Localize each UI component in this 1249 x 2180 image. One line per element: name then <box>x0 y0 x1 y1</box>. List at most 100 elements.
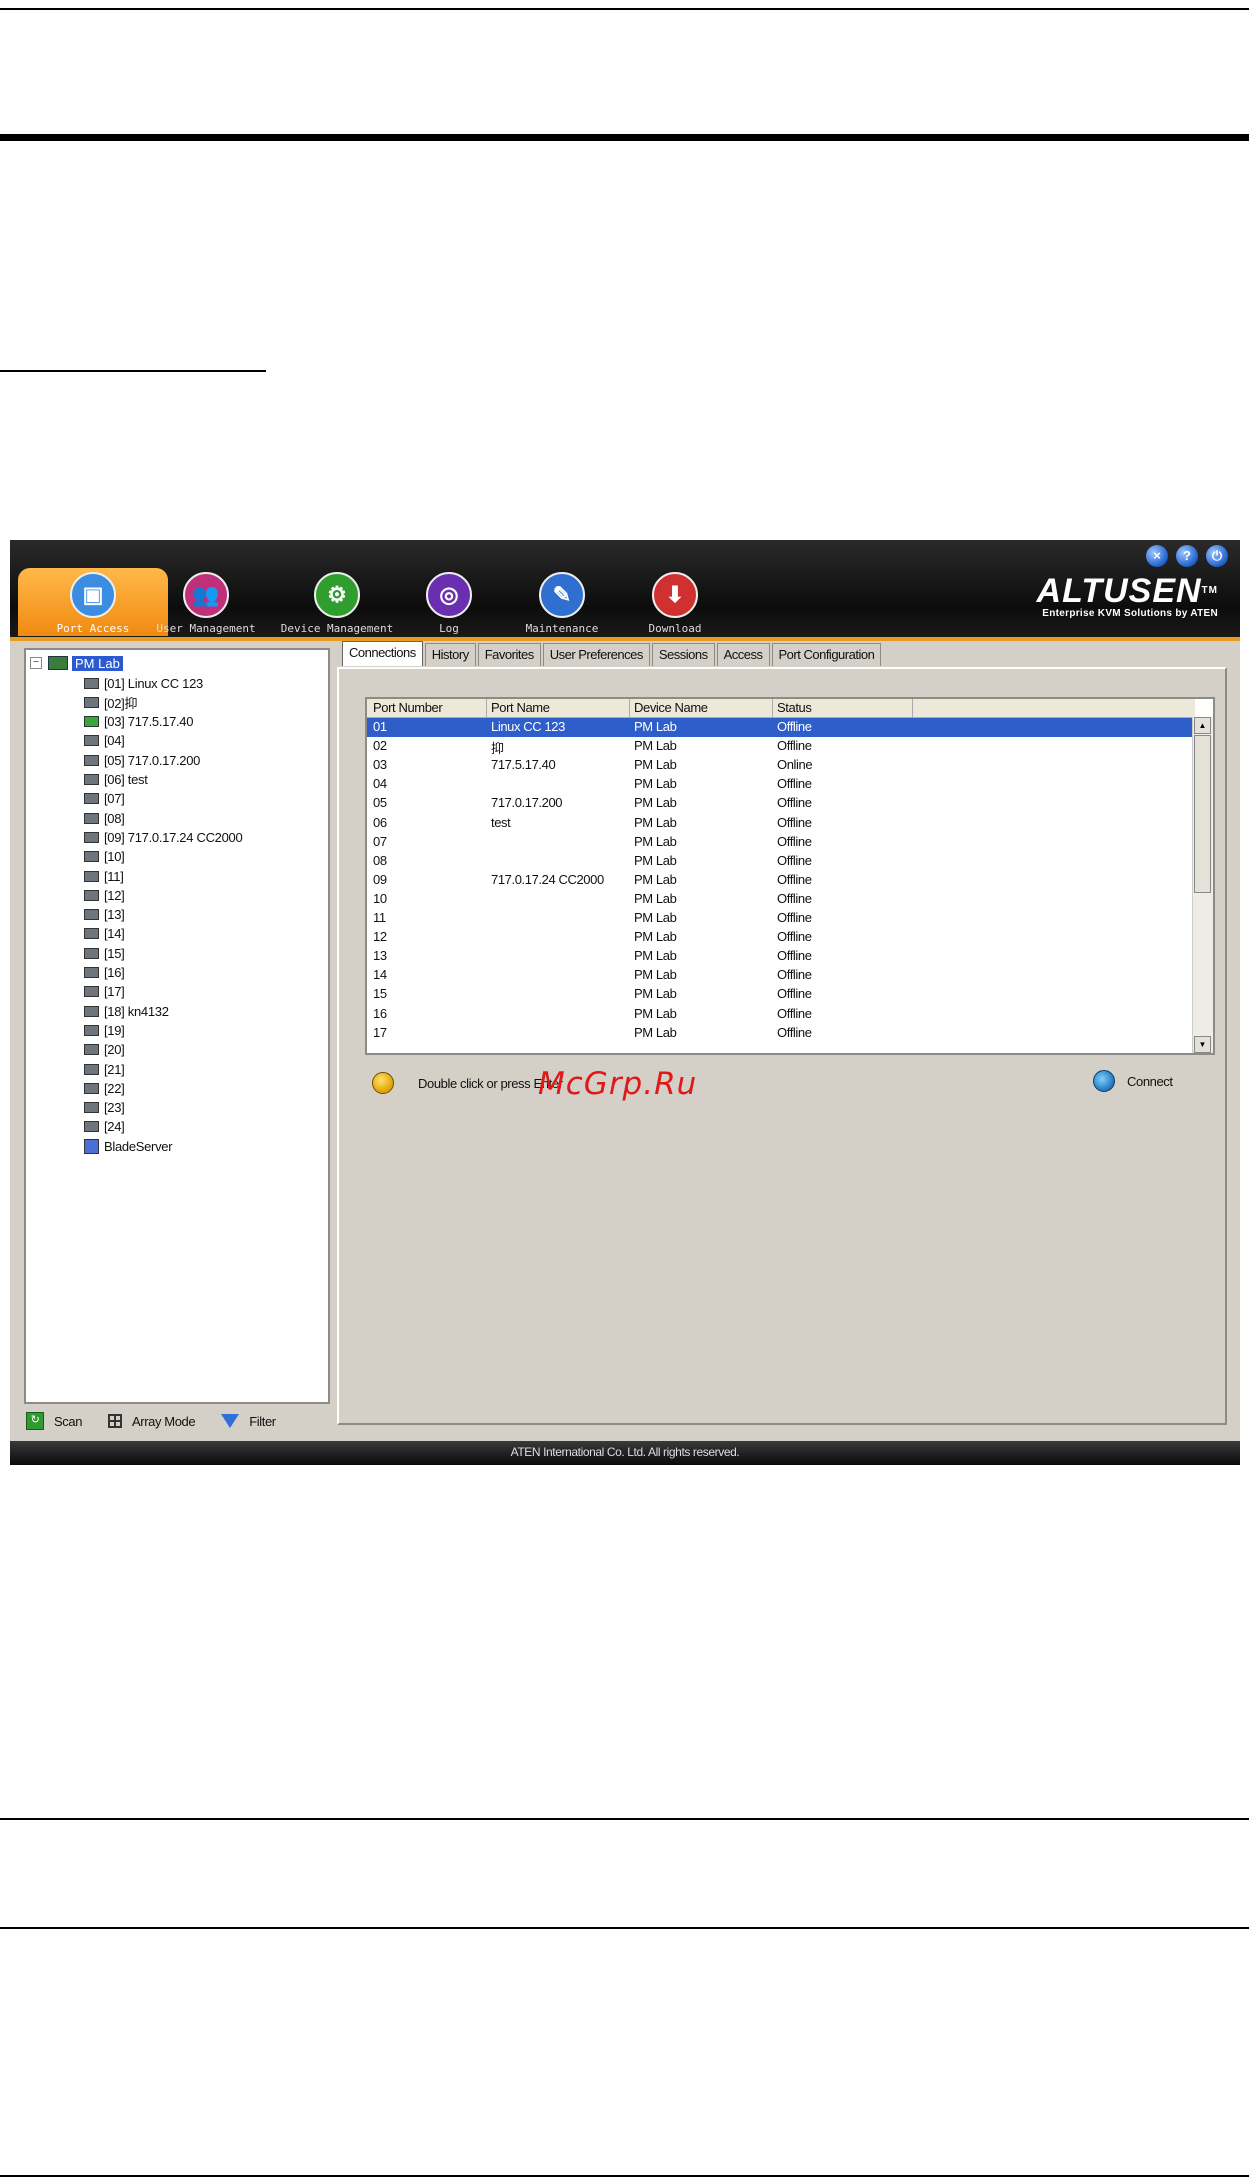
tree-item-label: [16] <box>104 965 125 980</box>
tree-item[interactable]: [12] <box>84 886 125 904</box>
computer-icon <box>84 1063 99 1075</box>
tab-favorites[interactable]: Favorites <box>477 643 541 666</box>
scan-icon: ↻ <box>26 1412 44 1430</box>
scroll-down-icon[interactable]: ▼ <box>1194 1036 1211 1053</box>
table-row[interactable]: 06 test PM Lab Offline <box>367 814 1193 833</box>
tab-history[interactable]: History <box>424 643 476 666</box>
tree-item[interactable]: [10] <box>84 848 125 866</box>
array-mode-button[interactable]: Array Mode <box>108 1414 196 1429</box>
tree-item[interactable]: [07] <box>84 790 125 808</box>
watermark: McGrp.Ru <box>538 1066 698 1102</box>
col-device-name[interactable]: Device Name <box>634 700 708 715</box>
tree-item[interactable]: [09] 717.0.17.24 CC2000 <box>84 828 243 846</box>
tab-port-configuration[interactable]: Port Configuration <box>771 643 882 666</box>
tree-item[interactable]: [06] test <box>84 771 148 789</box>
table-row[interactable]: 05 717.0.17.200 PM Lab Offline <box>367 794 1193 813</box>
tree-footer: ↻ Scan Array Mode Filter <box>26 1408 276 1434</box>
tree-item[interactable]: [23] <box>84 1099 125 1117</box>
tree-item[interactable]: [24] <box>84 1118 125 1136</box>
tab-sessions[interactable]: Sessions <box>651 643 715 666</box>
scan-button[interactable]: ↻ Scan <box>26 1412 82 1430</box>
close-icon[interactable]: × <box>1146 545 1168 567</box>
nav-tab-maintenance[interactable]: ✎ Maintenance <box>510 568 614 636</box>
col-port-name[interactable]: Port Name <box>491 700 550 715</box>
filter-button[interactable]: Filter <box>221 1414 276 1429</box>
tree-item[interactable]: [11] <box>84 867 124 885</box>
table-row[interactable]: 10 PM Lab Offline <box>367 890 1193 909</box>
table-cell: 16 <box>373 1005 387 1021</box>
table-cell: 10 <box>373 890 387 906</box>
computer-icon <box>84 1024 99 1036</box>
table-row[interactable]: 08 PM Lab Offline <box>367 852 1193 871</box>
table-scrollbar[interactable]: ▲ ▼ <box>1192 717 1213 1053</box>
tab-connections[interactable]: Connections <box>342 641 423 666</box>
port-tree[interactable]: − PM Lab [01] Linux CC 123 [02]抑 [03] 717.… <box>24 648 330 1404</box>
table-row[interactable]: 12 PM Lab Offline <box>367 928 1193 947</box>
port-access-icon: ▣ <box>70 572 116 618</box>
tree-root[interactable]: − PM Lab <box>30 654 123 672</box>
tree-item[interactable]: [17] <box>84 983 125 1001</box>
table-cell: Offline <box>777 1024 812 1040</box>
tree-item[interactable]: [18] kn4132 <box>84 1002 169 1020</box>
table-cell: PM Lab <box>634 757 677 773</box>
collapse-icon[interactable]: − <box>30 657 42 669</box>
tree-item[interactable]: [05] 717.0.17.200 <box>84 751 200 769</box>
table-cell: Linux CC 123 <box>491 719 565 734</box>
maintenance-icon: ✎ <box>539 572 585 618</box>
help-icon[interactable]: ? <box>1176 545 1198 567</box>
col-port-number[interactable]: Port Number <box>373 700 443 715</box>
tab-access[interactable]: Access <box>716 643 770 666</box>
nav-tab-device-management[interactable]: ⚙ Device Management <box>278 568 396 636</box>
table-row[interactable]: 15 PM Lab Offline <box>367 985 1193 1004</box>
brand-tagline: Enterprise KVM Solutions by ATEN <box>1042 608 1218 619</box>
nav-tab-log[interactable]: ◎ Log <box>399 568 499 636</box>
tree-item[interactable]: [13] <box>84 906 125 924</box>
tree-item[interactable]: [02]抑 <box>84 693 137 711</box>
nav-tab-user-management[interactable]: 👥 User Management <box>147 568 265 636</box>
tree-item[interactable]: [22] <box>84 1079 125 1097</box>
nav-tab-label: Port Access <box>56 622 130 635</box>
tree-item[interactable]: [14] <box>84 925 125 943</box>
computer-icon <box>84 986 99 998</box>
table-row[interactable]: 16 PM Lab Offline <box>367 1005 1193 1024</box>
table-row[interactable]: 17 PM Lab Offline <box>367 1024 1193 1043</box>
tree-item[interactable]: [20] <box>84 1041 125 1059</box>
tree-item-label: [06] test <box>104 772 148 787</box>
table-row[interactable]: 04 PM Lab Offline <box>367 775 1193 794</box>
tab-user-preferences[interactable]: User Preferences <box>542 643 650 666</box>
tree-item[interactable]: BladeServer <box>84 1137 173 1155</box>
col-status[interactable]: Status <box>777 700 812 715</box>
connect-label: Connect <box>1127 1073 1173 1089</box>
tree-item[interactable]: [15] <box>84 944 125 962</box>
connect-button[interactable]: Connect <box>1093 1070 1173 1092</box>
ports-table[interactable]: Port Number Port Name Device Name Status… <box>365 697 1215 1055</box>
scroll-thumb[interactable] <box>1194 735 1211 893</box>
tree-item[interactable]: [03] 717.5.17.40 <box>84 713 193 731</box>
table-row[interactable]: 02 抑 PM Lab Offline <box>367 737 1193 756</box>
nav-tab-port-access[interactable]: ▣ Port Access <box>18 568 168 636</box>
tree-item[interactable]: [16] <box>84 964 125 982</box>
table-cell: test <box>491 814 511 830</box>
log-icon: ◎ <box>426 572 472 618</box>
nav-tab-download[interactable]: ⬇ Download <box>623 568 727 636</box>
table-row[interactable]: 11 PM Lab Offline <box>367 909 1193 928</box>
tree-item-label: [17] <box>104 984 125 1000</box>
tree-item-label: [20] <box>104 1042 125 1058</box>
scroll-up-icon[interactable]: ▲ <box>1194 717 1211 734</box>
tree-item[interactable]: [21] <box>84 1060 125 1078</box>
table-row[interactable]: 14 PM Lab Offline <box>367 966 1193 985</box>
logout-icon[interactable]: ⏻ <box>1206 545 1228 567</box>
table-row[interactable]: 09 717.0.17.24 CC2000 PM Lab Offline <box>367 871 1193 890</box>
table-cell: PM Lab <box>634 719 677 734</box>
table-row[interactable]: 01 Linux CC 123 PM Lab Offline <box>367 718 1193 737</box>
tree-item-label: [12] <box>104 887 125 903</box>
tree-item[interactable]: [19] <box>84 1021 125 1039</box>
table-row[interactable]: 03 717.5.17.40 PM Lab Online <box>367 756 1193 775</box>
table-cell: 717.0.17.24 CC2000 <box>491 871 604 887</box>
table-row[interactable]: 13 PM Lab Offline <box>367 947 1193 966</box>
tree-item[interactable]: [04] <box>84 732 125 750</box>
table-row[interactable]: 07 PM Lab Offline <box>367 833 1193 852</box>
tree-item[interactable]: [08] <box>84 809 125 827</box>
computer-icon <box>84 909 99 921</box>
tree-item[interactable]: [01] Linux CC 123 <box>84 674 203 692</box>
